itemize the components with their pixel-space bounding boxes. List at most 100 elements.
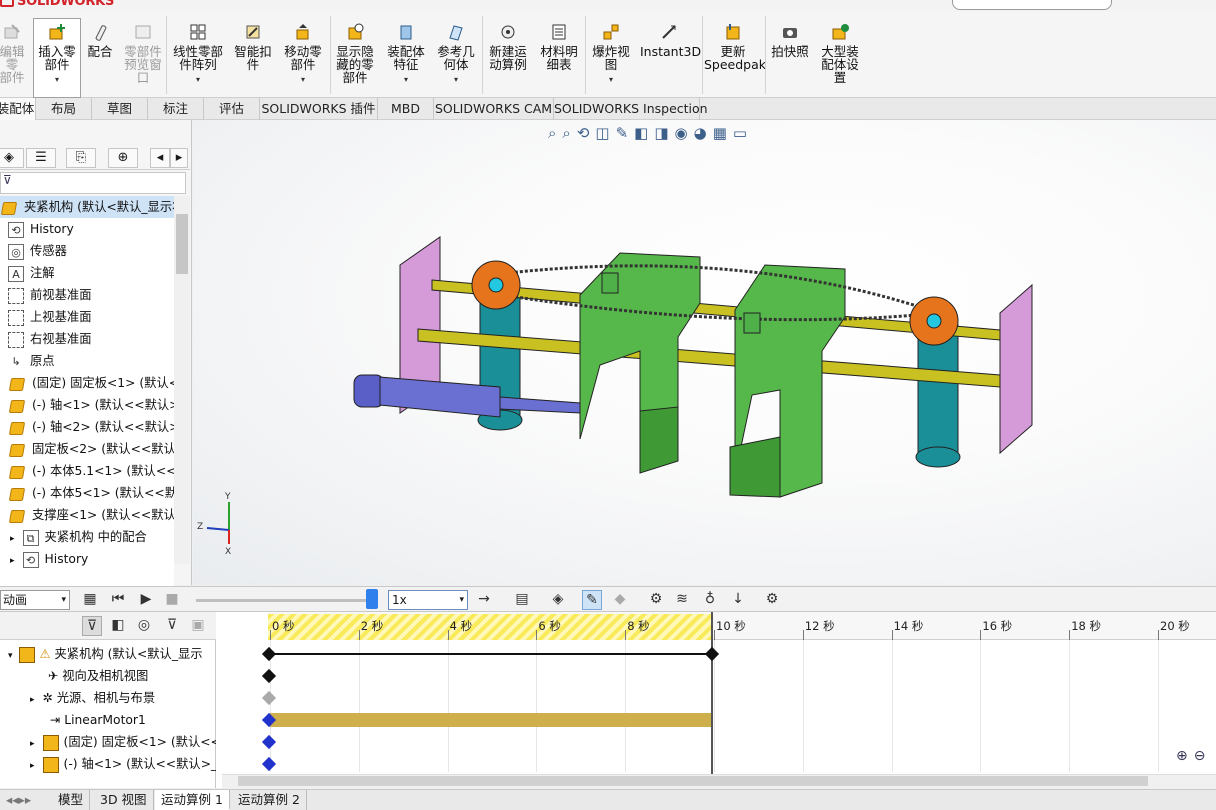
tree-item-component[interactable]: 固定板<2> (默认<<默认> <box>0 438 174 460</box>
tab-sketch[interactable]: 草图 <box>92 98 148 120</box>
animation-wizard-icon[interactable]: ◈ <box>548 590 568 610</box>
filter-driving-icon[interactable]: ◧ <box>108 616 128 636</box>
play-icon[interactable]: ▶ <box>136 590 156 610</box>
gravity-icon[interactable]: ↓ <box>728 590 748 610</box>
smart-fasteners-button[interactable]: 智能扣 件 <box>230 18 276 98</box>
zoom-area-icon[interactable]: ⌕ <box>562 124 576 142</box>
tree-filter-input[interactable]: ⊽ <box>0 172 186 194</box>
instant3d-button[interactable]: Instant3D <box>640 18 701 98</box>
zoom-in-icon[interactable]: ⊕ <box>1176 748 1194 764</box>
tree-item-mates[interactable]: ▸ ⧉ 夹紧机构 中的配合 <box>0 526 174 548</box>
motion-tree-camera[interactable]: ✈ 视向及相机视图 <box>0 665 216 687</box>
dimxpert-tab-icon[interactable]: ⊕ <box>108 148 138 168</box>
insert-part-button[interactable]: 插入零 部件 ▾ <box>35 18 79 98</box>
property-manager-tab-icon[interactable]: ☰ <box>26 148 56 168</box>
tab-3d-view[interactable]: 3D 视图 <box>94 790 154 810</box>
playback-mode-icon[interactable]: → <box>474 590 494 610</box>
timeline-scrollbar-thumb[interactable] <box>238 776 1148 786</box>
edit-appearance-icon[interactable]: ◕ <box>694 124 713 142</box>
display-style-icon[interactable]: ◨ <box>654 124 674 142</box>
motion-tree-component[interactable]: ▸ (-) 轴<1> (默认<<默认>_ <box>0 753 216 775</box>
mate-button[interactable]: 配合 <box>84 18 116 98</box>
tabs-left-arrow-icon[interactable]: ◂ <box>150 148 170 168</box>
tab-solidworks-inspection[interactable]: SOLIDWORKS Inspection <box>554 98 708 120</box>
tree-item-top-plane[interactable]: 上视基准面 <box>0 306 174 328</box>
save-animation-icon[interactable]: ▤ <box>512 590 532 610</box>
tree-root-assembly[interactable]: 夹紧机构 (默认<默认_显示状态 <box>0 196 174 218</box>
tree-item-right-plane[interactable]: 右视基准面 <box>0 328 174 350</box>
assembly-features-button[interactable]: 装配体 特征 ▾ <box>383 18 429 98</box>
tree-item-component[interactable]: (-) 轴<2> (默认<<默认>_ <box>0 416 174 438</box>
tab-mbd[interactable]: MBD <box>378 98 434 120</box>
tab-solidworks-addins[interactable]: SOLIDWORKS 插件 <box>260 98 378 120</box>
tree-scrollbar-thumb[interactable] <box>176 214 188 274</box>
play-from-start-icon[interactable]: ⏮ <box>108 590 128 610</box>
bom-button[interactable]: 材料明 细表 <box>536 18 582 98</box>
exploded-view-dropdown-icon[interactable]: ▾ <box>609 75 613 84</box>
tree-item-origin[interactable]: ↳ 原点 <box>0 350 174 372</box>
motor-icon[interactable]: ⚙ <box>646 590 666 610</box>
reference-geometry-dropdown-icon[interactable]: ▾ <box>454 75 458 84</box>
expand-arrow-icon[interactable]: ▸ <box>10 534 15 544</box>
expand-arrow-icon[interactable]: ▸ <box>30 695 35 705</box>
tree-item-component[interactable]: 支撑座<1> (默认<<默认> <box>0 504 174 526</box>
previous-view-icon[interactable]: ⟲ <box>577 124 596 142</box>
new-motion-study-button[interactable]: 新建运 动算例 <box>484 18 532 98</box>
add-key-icon[interactable]: ◆ <box>610 590 630 610</box>
tree-item-component[interactable]: (-) 轴<1> (默认<<默认>_ <box>0 394 174 416</box>
solidworks-logo[interactable]: SOLIDWORKS <box>0 0 114 10</box>
motion-tree-root[interactable]: ▾ ⚠ 夹紧机构 (默认<默认_显示 <box>0 643 216 665</box>
motion-tree-component[interactable]: ▸ (固定) 固定板<1> (默认<< <box>0 731 216 753</box>
tab-scroll-icons[interactable]: ◂◂▸▸ <box>0 790 37 810</box>
tree-item-sensors[interactable]: ◎ 传感器 <box>0 240 174 262</box>
insert-part-dropdown-icon[interactable]: ▾ <box>55 75 59 84</box>
hide-show-icon[interactable]: ◉ <box>675 124 694 142</box>
expand-arrow-icon[interactable]: ▸ <box>10 556 15 566</box>
playback-slider-thumb[interactable] <box>366 589 378 609</box>
reference-geometry-button[interactable]: 参考几 何体 ▾ <box>432 18 480 98</box>
tab-assembly[interactable]: 装配体 <box>0 98 36 120</box>
tab-solidworks-cam[interactable]: SOLIDWORKS CAM <box>434 98 554 120</box>
stop-icon[interactable]: ■ <box>162 590 182 610</box>
filter-animated-icon[interactable]: ⊽ <box>82 616 102 636</box>
tree-item-annotations[interactable]: A 注解 <box>0 262 174 284</box>
zoom-to-fit-icon[interactable]: ⌕ <box>548 124 562 142</box>
tab-layout[interactable]: 布局 <box>36 98 92 120</box>
playback-speed-select[interactable]: 1x ▾ <box>388 590 468 610</box>
linear-pattern-button[interactable]: 线性零部 件阵列 ▾ <box>168 18 228 98</box>
assembly-features-dropdown-icon[interactable]: ▾ <box>404 75 408 84</box>
expand-arrow-icon[interactable]: ▸ <box>30 761 35 771</box>
tree-item-component[interactable]: (固定) 固定板<1> (默认<< <box>0 372 174 394</box>
expand-arrow-icon[interactable]: ▸ <box>30 739 35 749</box>
contact-icon[interactable]: ♁ <box>700 590 720 610</box>
tab-model[interactable]: 模型 <box>52 790 91 810</box>
tree-item-history[interactable]: ⟲ History <box>0 218 174 240</box>
edit-part-button[interactable]: 编辑零 部件 <box>0 18 30 98</box>
time-bar[interactable] <box>711 612 713 774</box>
show-hidden-components-button[interactable]: 显示隐 藏的零 部件 <box>332 18 378 98</box>
search-input[interactable] <box>952 0 1112 10</box>
update-speedpak-button[interactable]: 更新 Speedpak <box>704 18 766 98</box>
part-preview-button[interactable]: 零部件 预览窗 口 <box>118 18 168 98</box>
motion-study-properties-icon[interactable]: ⚙ <box>762 590 782 610</box>
tabs-right-arrow-icon[interactable]: ▸ <box>170 148 188 168</box>
linear-pattern-dropdown-icon[interactable]: ▾ <box>196 75 200 84</box>
assembly-model[interactable] <box>340 225 1060 515</box>
tab-motion-study-1[interactable]: 运动算例 1 <box>155 790 230 810</box>
spring-icon[interactable]: ≋ <box>672 590 692 610</box>
tab-markup[interactable]: 标注 <box>148 98 204 120</box>
motion-tree-linear-motor[interactable]: ⇥ LinearMotor1 <box>0 709 216 731</box>
tab-evaluate[interactable]: 评估 <box>204 98 260 120</box>
tree-item-history[interactable]: ▸ ⟲ History <box>0 548 174 570</box>
view-orientation-icon[interactable]: ◧ <box>634 124 654 142</box>
tree-item-front-plane[interactable]: 前视基准面 <box>0 284 174 306</box>
exploded-view-button[interactable]: 爆炸视 图 ▾ <box>588 18 634 98</box>
move-component-dropdown-icon[interactable]: ▾ <box>301 75 305 84</box>
apply-scene-icon[interactable]: ▦ <box>713 124 733 142</box>
playback-slider[interactable] <box>196 599 374 602</box>
filter-results-icon[interactable]: ⊽ <box>162 616 182 636</box>
calculate-icon[interactable]: ▦ <box>80 590 100 610</box>
tab-motion-study-2[interactable]: 运动算例 2 <box>232 790 307 810</box>
view-settings-icon[interactable]: ▭ <box>733 124 753 142</box>
dynamic-annotation-icon[interactable]: ✎ <box>616 124 635 142</box>
